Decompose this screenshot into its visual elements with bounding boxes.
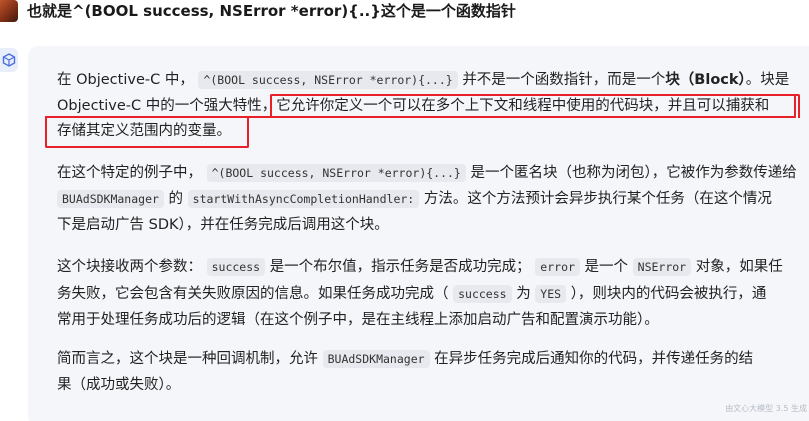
- user-question: 也就是^(BOOL success, NSError *error){..}这个…: [27, 2, 516, 20]
- inline-code: error: [535, 258, 580, 276]
- text: 在 Objective-C 中，: [57, 72, 194, 88]
- answer-paragraph-2-line-1: 在这个特定的例子中， ^(BOOL success, NSError *erro…: [57, 161, 797, 185]
- answer-paragraph-2-line-3: 下是启动广告 SDK），并在任务完成后调用这个块。: [57, 213, 389, 237]
- answer-paragraph-4-line-1: 简而言之，这个块是一种回调机制，允许 BUAdSDKManager 在异步任务完…: [57, 347, 753, 371]
- text: 方法。这个方法预计会异步执行某个任务（在这个情况: [423, 191, 772, 207]
- text: 在这个特定的例子中，: [57, 165, 202, 181]
- user-avatar: [0, 0, 18, 22]
- inline-code: ^(BOOL success, NSError *error){...}: [198, 71, 458, 89]
- bold-text: 块（Block）: [665, 72, 746, 88]
- chat-view: 也就是^(BOOL success, NSError *error){..}这个…: [0, 0, 809, 421]
- answer-paragraph-3-line-3: 常用于处理任务成功后的逻辑（在这个例子中，是在主线程上添加启动广告和配置演示功能…: [57, 308, 659, 332]
- answer-paragraph-1-line-3: 存储其定义范围内的变量。: [57, 119, 231, 143]
- text: 是一个: [584, 259, 629, 275]
- text: 。块是: [745, 72, 790, 88]
- text: ），则块内的代码会被执行，通: [570, 286, 767, 302]
- text: 下是启动广告 SDK），并在任务完成后调用这个块。: [57, 217, 389, 233]
- text: 这个块接收两个参数：: [57, 259, 202, 275]
- answer-paragraph-4-line-2: 果（成功或失败）。: [57, 373, 180, 397]
- text: 为: [516, 286, 531, 302]
- text: 简而言之，这个块是一种回调机制，允许: [57, 351, 318, 367]
- assistant-cube-icon: [0, 48, 18, 72]
- inline-code: ^(BOOL success, NSError *error){...}: [206, 164, 466, 182]
- text: 在异步任务完成后通知你的代码，并传递任务的结: [434, 351, 754, 367]
- text: 务失败，它会包含有关失败原因的信息。如果任务成功完成（: [57, 286, 449, 302]
- model-attribution: 由文心大模型 3.5 生成: [725, 404, 807, 413]
- text: 的: [168, 191, 184, 207]
- inline-code: BUAdSDKManager: [57, 190, 164, 208]
- answer-paragraph-2-line-2: BUAdSDKManager 的 startWithAsyncCompletio…: [57, 187, 772, 211]
- answer-paragraph-1-line-1: 在 Objective-C 中， ^(BOOL success, NSError…: [57, 68, 789, 92]
- answer-paragraph-1-line-2: Objective-C 中的一个强大特性，它允许你定义一个可以在多个上下文和线程…: [57, 94, 769, 118]
- inline-code: BUAdSDKManager: [322, 350, 430, 368]
- inline-code: success: [206, 258, 266, 276]
- inline-code: YES: [535, 285, 567, 303]
- answer-paragraph-3-line-1: 这个块接收两个参数： success 是一个布尔值，指示任务是否成功完成； er…: [57, 255, 783, 279]
- text: 是一个匿名块（也称为闭包），它被作为参数传递给: [470, 165, 797, 181]
- text: 果（成功或失败）。: [57, 377, 181, 393]
- inline-code: NSError: [632, 258, 692, 276]
- inline-code: success: [453, 285, 512, 303]
- text: 对象，如果任: [695, 259, 783, 275]
- inline-code: startWithAsyncCompletionHandler:: [187, 190, 420, 208]
- answer-paragraph-3-line-2: 务失败，它会包含有关失败原因的信息。如果任务成功完成（ success 为 YE…: [57, 282, 766, 306]
- highlighted-text: 存储其定义范围内的变量。: [57, 123, 231, 139]
- text: Objective-C 中的一个强大特性，: [57, 98, 277, 114]
- text: 是一个布尔值，指示任务是否成功完成；: [269, 259, 531, 275]
- text: 常用于处理任务成功后的逻辑（在这个例子中，是在主线程上添加启动广告和配置演示功能…: [57, 312, 659, 328]
- highlighted-text: 它允许你定义一个可以在多个上下文和线程中使用的代码块，并且可以捕获和: [276, 98, 770, 114]
- text: 并不是一个函数指针，而是一个: [462, 72, 666, 88]
